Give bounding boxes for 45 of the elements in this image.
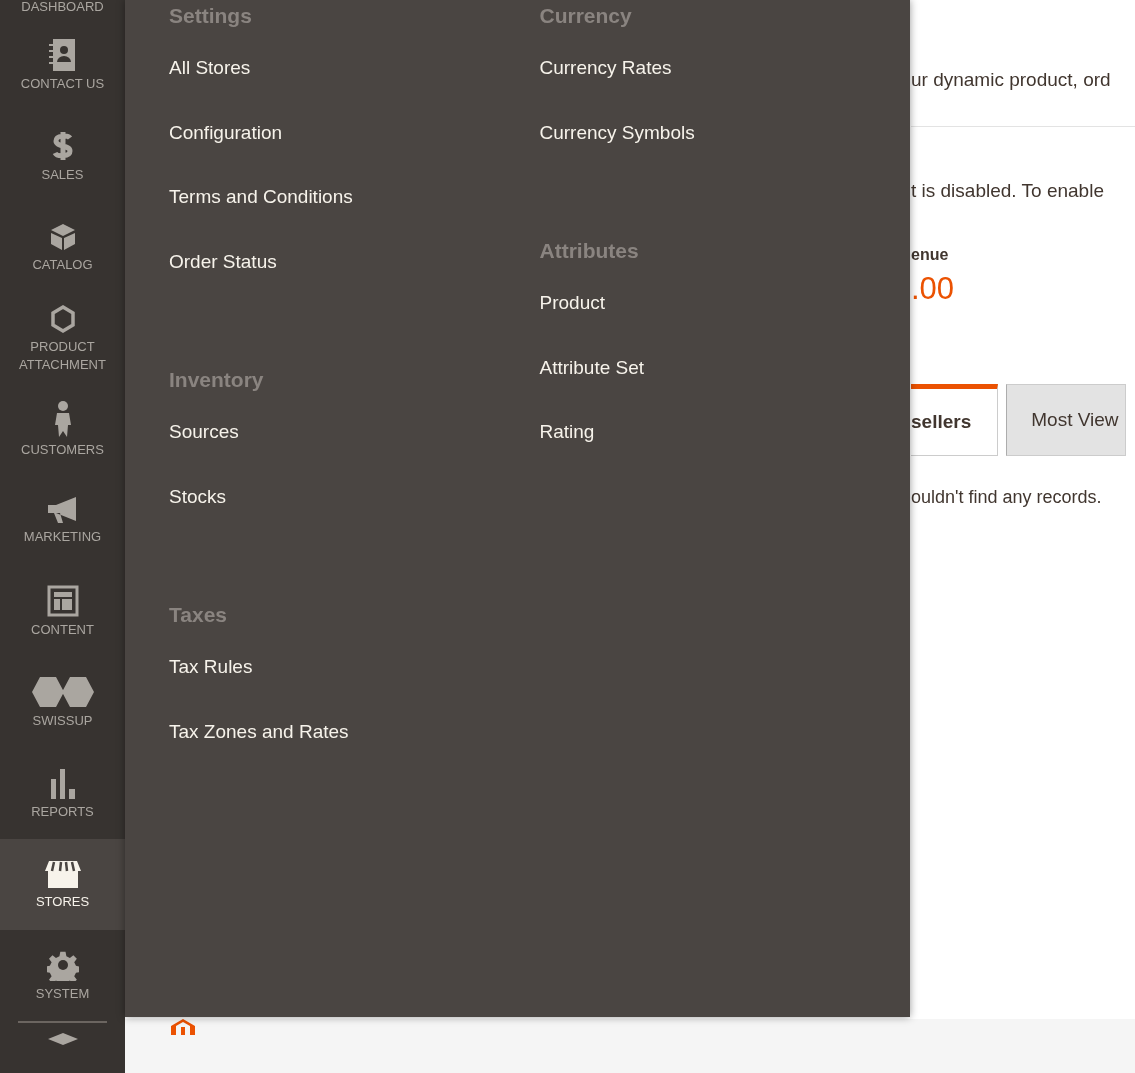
sidebar-item[interactable]: SYSTEM: [0, 930, 125, 1021]
layout-icon: [46, 584, 79, 617]
logo-icon: [170, 1019, 196, 1035]
tab[interactable]: Most View: [1006, 384, 1126, 456]
sidebar-item[interactable]: SWISSUP: [0, 657, 125, 748]
menu-link[interactable]: Rating: [539, 418, 910, 483]
menu-link[interactable]: Sources: [169, 418, 540, 483]
hexagons-icon: [29, 675, 96, 708]
menu-link[interactable]: Tax Zones and Rates: [169, 717, 540, 782]
menu-link[interactable]: Terms and Conditions: [169, 183, 540, 248]
sidebar-item[interactable]: CONTACT US: [0, 20, 125, 111]
revenue-label: enue: [911, 245, 950, 265]
person-icon: [53, 400, 72, 437]
storefront-icon: [43, 858, 82, 889]
menu-link[interactable]: Attribute Set: [539, 353, 910, 418]
menu-link[interactable]: Configuration: [169, 118, 540, 183]
notice-text: t is disabled. To enable: [911, 178, 1105, 203]
sidebar-item[interactable]: CUSTOMERS: [0, 384, 125, 475]
empty-message: ouldn't find any records.: [911, 486, 1103, 509]
address-book-icon: [47, 38, 78, 71]
sidebar-item[interactable]: SALES: [0, 111, 125, 202]
menu-link[interactable]: Stocks: [169, 482, 540, 547]
menu-link[interactable]: Currency Symbols: [539, 118, 910, 183]
sidebar-item[interactable]: REPORTS: [0, 748, 125, 839]
sidebar-item[interactable]: MARKETING: [0, 475, 125, 566]
menu-link[interactable]: All Stores: [169, 54, 540, 119]
dollar-icon: [51, 129, 74, 162]
menu-link[interactable]: Product: [539, 289, 910, 354]
section-heading: Attributes: [539, 238, 640, 264]
hexagon-icon: [48, 303, 77, 334]
section-heading: Taxes: [169, 602, 228, 628]
sidebar-item[interactable]: CONTENT: [0, 566, 125, 657]
sidebar-item[interactable]: CATALOG: [0, 202, 125, 293]
section-heading: Settings: [169, 3, 253, 29]
revenue-value: .00: [911, 273, 956, 304]
sidebar-item[interactable]: STORES: [0, 839, 125, 930]
section-heading: Inventory: [169, 367, 265, 393]
section-heading: Currency: [539, 3, 633, 29]
menu-link[interactable]: Currency Rates: [539, 54, 910, 119]
intro-text: ur dynamic product, ord: [911, 68, 1112, 92]
tab[interactable]: sellers: [911, 384, 999, 456]
sidebar-item[interactable]: PRODUCT ATTACHMENT: [0, 293, 125, 384]
sidebar-item[interactable]: DASHBOARD: [0, 0, 125, 20]
menu-link[interactable]: Order Status: [169, 247, 540, 312]
menu-link[interactable]: Tax Rules: [169, 653, 540, 718]
